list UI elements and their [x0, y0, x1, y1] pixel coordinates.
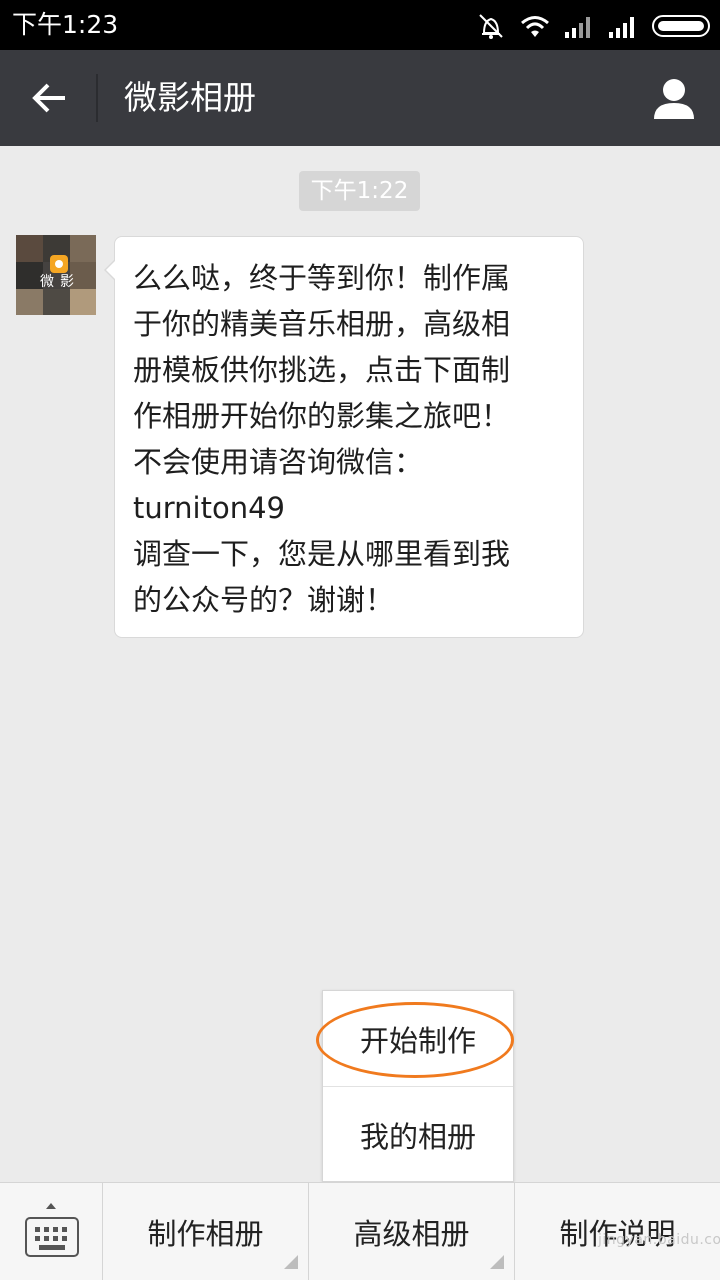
caret-up-icon: [46, 1203, 56, 1209]
keyboard-toggle-button[interactable]: [0, 1183, 102, 1280]
message-timestamp: 下午1:22: [299, 171, 420, 211]
menu-tab-advanced-album[interactable]: 高级相册: [308, 1183, 514, 1280]
message-line: 么么哒，终于等到你！制作属: [133, 261, 511, 295]
avatar-text: 微影: [40, 274, 80, 290]
signal-icon: [565, 17, 590, 38]
menu-tab-make-album[interactable]: 制作相册: [102, 1183, 308, 1280]
bottom-menu-bar: 制作相册 高级相册 制作说明: [0, 1182, 720, 1280]
wifi-icon: [521, 16, 549, 37]
keyboard-icon: [25, 1217, 79, 1257]
message-line: turniton49: [133, 491, 285, 525]
app-logo-icon: [50, 255, 68, 273]
menu-item-my-albums[interactable]: 我的相册: [323, 1087, 513, 1182]
menu-tab-label: 制作相册: [147, 1217, 264, 1251]
title-bar: 微影相册: [0, 50, 720, 146]
submenu-indicator-icon: [284, 1255, 298, 1269]
person-icon: [654, 79, 694, 119]
message-line: 调查一下，您是从哪里看到我: [133, 537, 511, 571]
message-bubble: 么么哒，终于等到你！制作属 于你的精美音乐相册，高级相 册模板供你挑选，点击下面…: [104, 236, 584, 638]
highlight-annotation: [316, 1002, 514, 1078]
profile-button[interactable]: [648, 72, 700, 124]
message-line: 不会使用请咨询微信：: [133, 445, 424, 479]
message-line: 作相册开始你的影集之旅吧！: [133, 399, 511, 433]
signal-icon-2: [609, 17, 634, 38]
status-icons: [476, 12, 710, 40]
page-title: 微影相册: [124, 78, 256, 117]
status-time: 下午1:23: [12, 10, 119, 39]
submenu-indicator-icon: [490, 1255, 504, 1269]
menu-tab-label: 高级相册: [353, 1217, 470, 1251]
status-bar: 下午1:23: [0, 0, 720, 50]
title-divider: [96, 74, 98, 122]
message-line: 于你的精美音乐相册，高级相: [133, 307, 511, 341]
back-arrow-icon: [32, 83, 65, 113]
message-line: 的公众号的？谢谢！: [133, 583, 395, 617]
avatar[interactable]: 微影: [16, 235, 96, 315]
message-line: 册模板供你挑选，点击下面制: [133, 353, 511, 387]
mute-alarm-icon: [479, 14, 503, 39]
back-button[interactable]: [18, 68, 80, 128]
watermark: jingyan.baidu.com: [598, 1232, 720, 1248]
battery-icon: [652, 15, 710, 37]
